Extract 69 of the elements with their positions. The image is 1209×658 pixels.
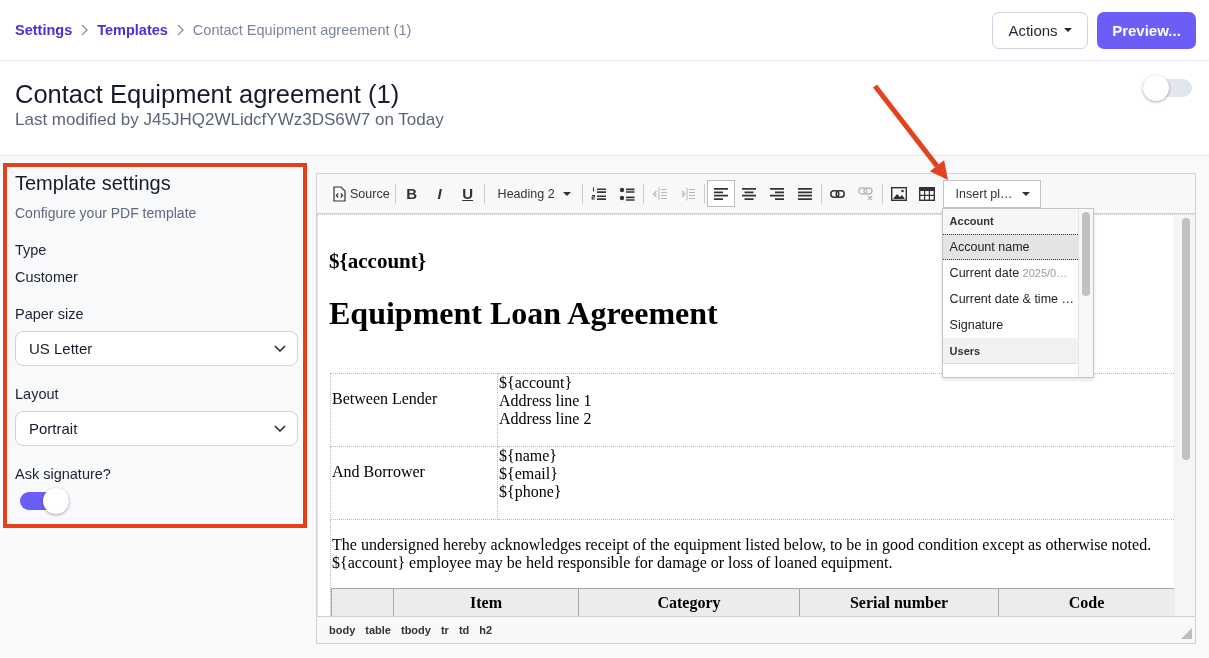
- breadcrumb-link[interactable]: Settings: [15, 22, 73, 38]
- field-label: Layout: [15, 385, 59, 403]
- toggle-switch[interactable]: [1143, 75, 1192, 101]
- column-header: Serial number: [799, 588, 999, 616]
- chevron-down-icon: [274, 345, 286, 352]
- source-button[interactable]: Source: [329, 180, 393, 207]
- panel-title: Template settings: [15, 171, 172, 195]
- actions-menu-button[interactable]: Actions: [992, 11, 1088, 49]
- indent-icon: [679, 185, 696, 202]
- unlink-icon: [857, 186, 874, 201]
- field-label: Ask signature?: [15, 465, 111, 483]
- menu-item[interactable]: Current date & time …: [942, 285, 1078, 312]
- align-right-icon: [769, 186, 784, 201]
- field-value: Customer: [15, 268, 78, 286]
- menu-item[interactable]: Account name: [942, 233, 1078, 260]
- caret-icon: [1063, 28, 1072, 32]
- select-field[interactable]: Portrait: [15, 411, 298, 446]
- field-label: Paper size: [15, 305, 84, 323]
- element-path-link[interactable]: body: [329, 624, 356, 636]
- menu-item[interactable]: Current date 2025/0…: [942, 259, 1078, 286]
- resize-grip-icon[interactable]: [1181, 628, 1192, 639]
- page-title: Contact Equipment agreement (1): [15, 79, 401, 109]
- column-header: Item: [393, 588, 579, 616]
- caret-icon: [562, 191, 571, 196]
- breadcrumb-link[interactable]: Templates: [97, 22, 168, 38]
- agreement-paragraph: The undersigned hereby acknowledges receipt of the equipment listed below, to be in good condition except as otherwise noted. ${account} employee may be held responsible for damage or loss of loaned equipment.: [332, 536, 1153, 572]
- menu-item[interactable]: Signature: [942, 311, 1078, 338]
- insert-placeholder-dropdown[interactable]: Insert pl…: [942, 179, 1041, 208]
- element-path-link[interactable]: h2: [479, 624, 493, 636]
- outdent-icon: [651, 185, 668, 202]
- toggle-switch[interactable]: [20, 488, 69, 514]
- scrollbar-thumb[interactable]: [1081, 211, 1090, 296]
- align-center-icon: [741, 186, 756, 201]
- column-header: Category: [578, 588, 800, 616]
- link-icon: [830, 188, 846, 199]
- underline-button[interactable]: U: [453, 180, 482, 207]
- bold-button[interactable]: B: [397, 180, 426, 207]
- numbered-list-icon: [590, 185, 607, 202]
- document-title: Equipment Loan Agreement: [329, 295, 718, 332]
- panel-description: Configure your PDF template: [15, 204, 198, 222]
- element-path-link[interactable]: td: [458, 624, 470, 636]
- element-path-link[interactable]: tbody: [400, 624, 431, 636]
- chevron-down-icon: [274, 425, 286, 432]
- menu-group-header: Users: [942, 337, 1078, 364]
- table-cell: And Borrower: [330, 446, 498, 520]
- chevron-right-icon: [81, 24, 89, 36]
- select-field[interactable]: US Letter: [15, 331, 298, 366]
- caret-icon: [1021, 191, 1030, 196]
- align-left-button[interactable]: [706, 180, 735, 207]
- italic-button[interactable]: I: [425, 180, 454, 207]
- format-dropdown[interactable]: Heading 2: [486, 179, 580, 208]
- justify-icon: [797, 186, 812, 201]
- field-label: Type: [15, 241, 47, 259]
- table-icon: [918, 186, 935, 201]
- align-left-icon: [713, 186, 728, 201]
- preview-button[interactable]: Preview...: [1097, 11, 1196, 49]
- chevron-right-icon: [176, 24, 184, 36]
- bulleted-list-icon: [618, 185, 635, 202]
- table-cell: Between Lender: [330, 373, 498, 447]
- breadcrumb-current-page: Contact Equipment agreement (1): [192, 22, 412, 38]
- element-path-link[interactable]: table: [365, 624, 391, 636]
- document-heading: ${account}: [329, 249, 427, 273]
- image-icon: [890, 186, 907, 201]
- scrollbar-thumb[interactable]: [1182, 218, 1190, 460]
- menu-group-header: Account: [942, 208, 1078, 234]
- element-path-link[interactable]: tr: [440, 624, 449, 636]
- column-header: Code: [998, 588, 1175, 616]
- source-code-icon: [333, 185, 346, 202]
- last-modified-text: Last modified by J45JHQ2WLidcfYWz3DS6W7 on Today: [15, 110, 444, 130]
